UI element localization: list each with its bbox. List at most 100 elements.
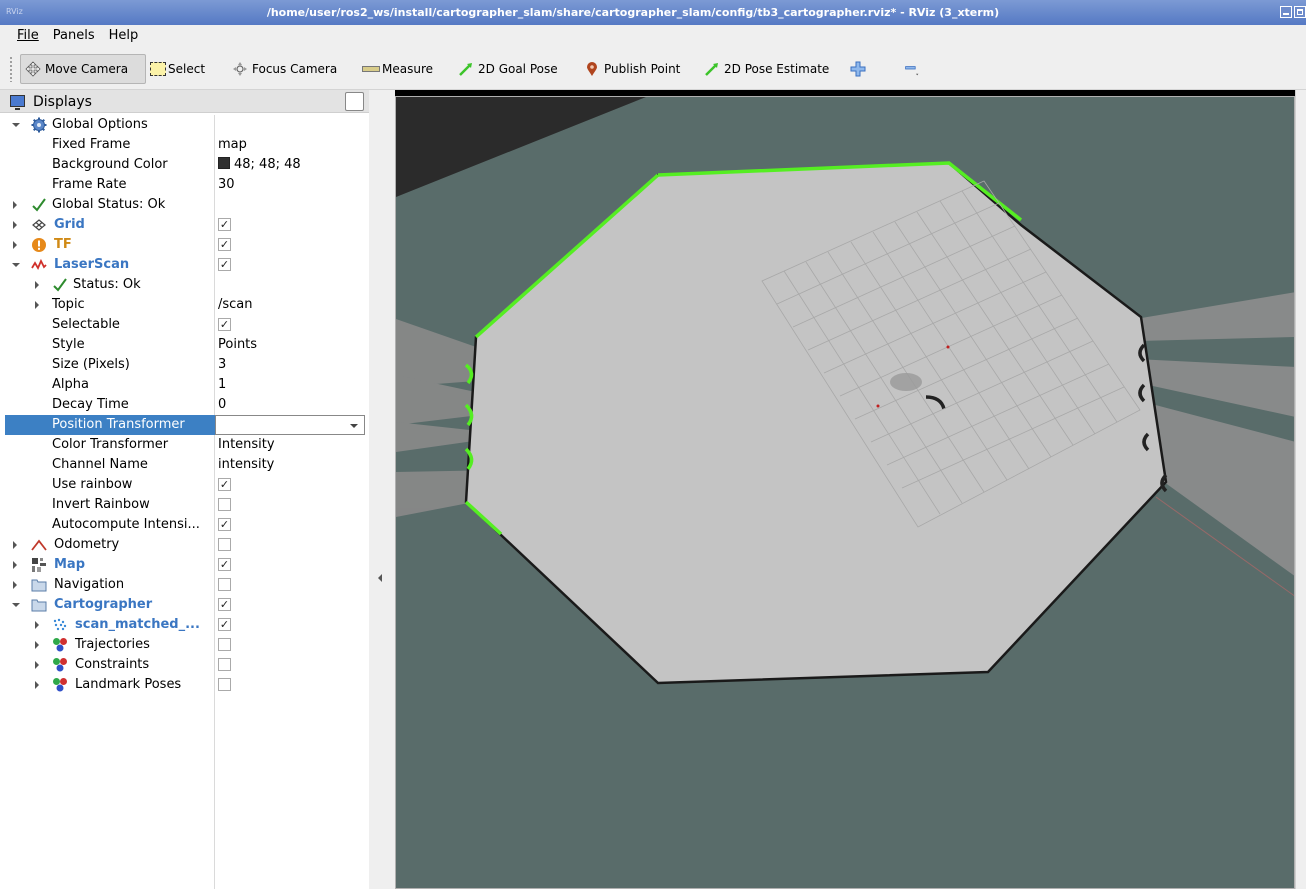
tree-row-laserscan[interactable]: LaserScan ✓	[5, 255, 364, 275]
channel-name-value[interactable]: intensity	[218, 457, 274, 472]
tree-row-alpha[interactable]: Alpha 1	[5, 375, 364, 395]
add-tool-button[interactable]	[850, 54, 870, 84]
use-rainbow-checkbox[interactable]: ✓	[218, 478, 231, 491]
tree-row-background-color[interactable]: Background Color 48; 48; 48	[5, 155, 364, 175]
menu-panels[interactable]: Panels	[46, 25, 102, 48]
selectable-checkbox[interactable]: ✓	[218, 318, 231, 331]
map-checkbox[interactable]: ✓	[218, 558, 231, 571]
expand-arrow-icon[interactable]	[35, 301, 39, 309]
tree-row-autocompute[interactable]: Autocompute Intensi... ✓	[5, 515, 364, 535]
3d-viewport[interactable]	[395, 96, 1295, 889]
topic-value[interactable]: /scan	[218, 297, 253, 312]
tree-row-use-rainbow[interactable]: Use rainbow ✓	[5, 475, 364, 495]
tree-row-odometry[interactable]: Odometry	[5, 535, 364, 555]
gear-icon	[31, 117, 47, 133]
expand-arrow-icon[interactable]	[13, 241, 17, 249]
tree-row-global-options[interactable]: Global Options	[5, 115, 364, 135]
tree-label: Navigation	[54, 577, 125, 592]
pose-estimate-button[interactable]: 2D Pose Estimate	[704, 54, 829, 84]
constraints-checkbox[interactable]	[218, 658, 231, 671]
laserscan-checkbox[interactable]: ✓	[218, 258, 231, 271]
window-title: /home/user/ros2_ws/install/cartographer_…	[266, 6, 1000, 19]
odometry-checkbox[interactable]	[218, 538, 231, 551]
expand-arrow-icon[interactable]	[12, 603, 20, 607]
tree-row-map[interactable]: Map ✓	[5, 555, 364, 575]
measure-button[interactable]: Measure	[362, 54, 433, 84]
decay-time-value[interactable]: 0	[218, 397, 226, 412]
goal-pose-button[interactable]: 2D Goal Pose	[458, 54, 558, 84]
map-icon	[32, 558, 46, 572]
tree-row-cartographer[interactable]: Cartographer ✓	[5, 595, 364, 615]
expand-arrow-icon[interactable]	[13, 201, 17, 209]
move-camera-button[interactable]: Move Camera	[20, 54, 146, 84]
remove-tool-button[interactable]	[904, 54, 924, 84]
ruler-icon	[362, 66, 380, 72]
maximize-button[interactable]	[1294, 6, 1306, 18]
background-color-text: 48; 48; 48	[234, 157, 301, 172]
trajectories-checkbox[interactable]	[218, 638, 231, 651]
menu-file[interactable]: File	[10, 25, 46, 48]
minimize-button[interactable]	[1280, 6, 1292, 18]
expand-arrow-icon[interactable]	[35, 681, 39, 689]
tree-row-trajectories[interactable]: Trajectories	[5, 635, 364, 655]
landmark-poses-checkbox[interactable]	[218, 678, 231, 691]
size-value[interactable]: 3	[218, 357, 226, 372]
style-value[interactable]: Points	[218, 337, 257, 352]
focus-camera-button[interactable]: Focus Camera	[232, 54, 337, 84]
menu-help[interactable]: Help	[102, 25, 146, 48]
cartographer-checkbox[interactable]: ✓	[218, 598, 231, 611]
tree-row-scan-matched[interactable]: scan_matched_... ✓	[5, 615, 364, 635]
expand-arrow-icon[interactable]	[35, 661, 39, 669]
toolbar-grip[interactable]	[9, 56, 13, 82]
expand-arrow-icon[interactable]	[35, 641, 39, 649]
fixed-frame-value[interactable]: map	[218, 137, 247, 152]
tree-row-grid[interactable]: Grid ✓	[5, 215, 364, 235]
select-button[interactable]: Select	[150, 54, 205, 84]
check-icon	[32, 198, 46, 212]
tree-row-fixed-frame[interactable]: Fixed Frame map	[5, 135, 364, 155]
tree-row-navigation[interactable]: Navigation	[5, 575, 364, 595]
tree-label: Channel Name	[52, 457, 148, 472]
panel-splitter[interactable]	[369, 90, 395, 889]
alpha-value[interactable]: 1	[218, 377, 226, 392]
navigation-checkbox[interactable]	[218, 578, 231, 591]
tree-row-position-transformer[interactable]: Position Transformer	[5, 415, 365, 435]
tree-row-topic[interactable]: Topic /scan	[5, 295, 364, 315]
tree-row-tf[interactable]: TF ✓	[5, 235, 364, 255]
tree-row-style[interactable]: Style Points	[5, 335, 364, 355]
tree-row-size[interactable]: Size (Pixels) 3	[5, 355, 364, 375]
tree-row-selectable[interactable]: Selectable ✓	[5, 315, 364, 335]
frame-rate-value[interactable]: 30	[218, 177, 235, 192]
color-transformer-value[interactable]: Intensity	[218, 437, 275, 452]
panel-float-button[interactable]	[345, 92, 364, 111]
autocompute-checkbox[interactable]: ✓	[218, 518, 231, 531]
tree-row-landmark-poses[interactable]: Landmark Poses	[5, 675, 364, 695]
expand-arrow-icon[interactable]	[13, 561, 17, 569]
tree-row-frame-rate[interactable]: Frame Rate 30	[5, 175, 364, 195]
tree-row-invert-rainbow[interactable]: Invert Rainbow	[5, 495, 364, 515]
tf-checkbox[interactable]: ✓	[218, 238, 231, 251]
expand-arrow-icon[interactable]	[13, 581, 17, 589]
tree-row-color-transformer[interactable]: Color Transformer Intensity	[5, 435, 364, 455]
tree-row-global-status[interactable]: Global Status: Ok	[5, 195, 364, 215]
collapse-arrow-icon[interactable]	[378, 574, 382, 582]
expand-arrow-icon[interactable]	[13, 541, 17, 549]
tree-label: Autocompute Intensi...	[52, 517, 200, 532]
tree-row-channel-name[interactable]: Channel Name intensity	[5, 455, 364, 475]
tree-row-constraints[interactable]: Constraints	[5, 655, 364, 675]
grid-checkbox[interactable]: ✓	[218, 218, 231, 231]
right-dock-edge[interactable]	[1295, 90, 1306, 889]
scan-matched-checkbox[interactable]: ✓	[218, 618, 231, 631]
tree-label: Odometry	[54, 537, 120, 552]
expand-arrow-icon[interactable]	[13, 221, 17, 229]
tree-row-decay-time[interactable]: Decay Time 0	[5, 395, 364, 415]
tree-row-status[interactable]: Status: Ok	[5, 275, 364, 295]
expand-arrow-icon[interactable]	[12, 123, 20, 127]
expand-arrow-icon[interactable]	[35, 621, 39, 629]
publish-point-button[interactable]: Publish Point	[584, 54, 680, 84]
background-color-value[interactable]: 48; 48; 48	[218, 157, 301, 172]
position-transformer-dropdown[interactable]	[215, 415, 365, 435]
expand-arrow-icon[interactable]	[35, 281, 39, 289]
invert-rainbow-checkbox[interactable]	[218, 498, 231, 511]
expand-arrow-icon[interactable]	[12, 263, 20, 267]
